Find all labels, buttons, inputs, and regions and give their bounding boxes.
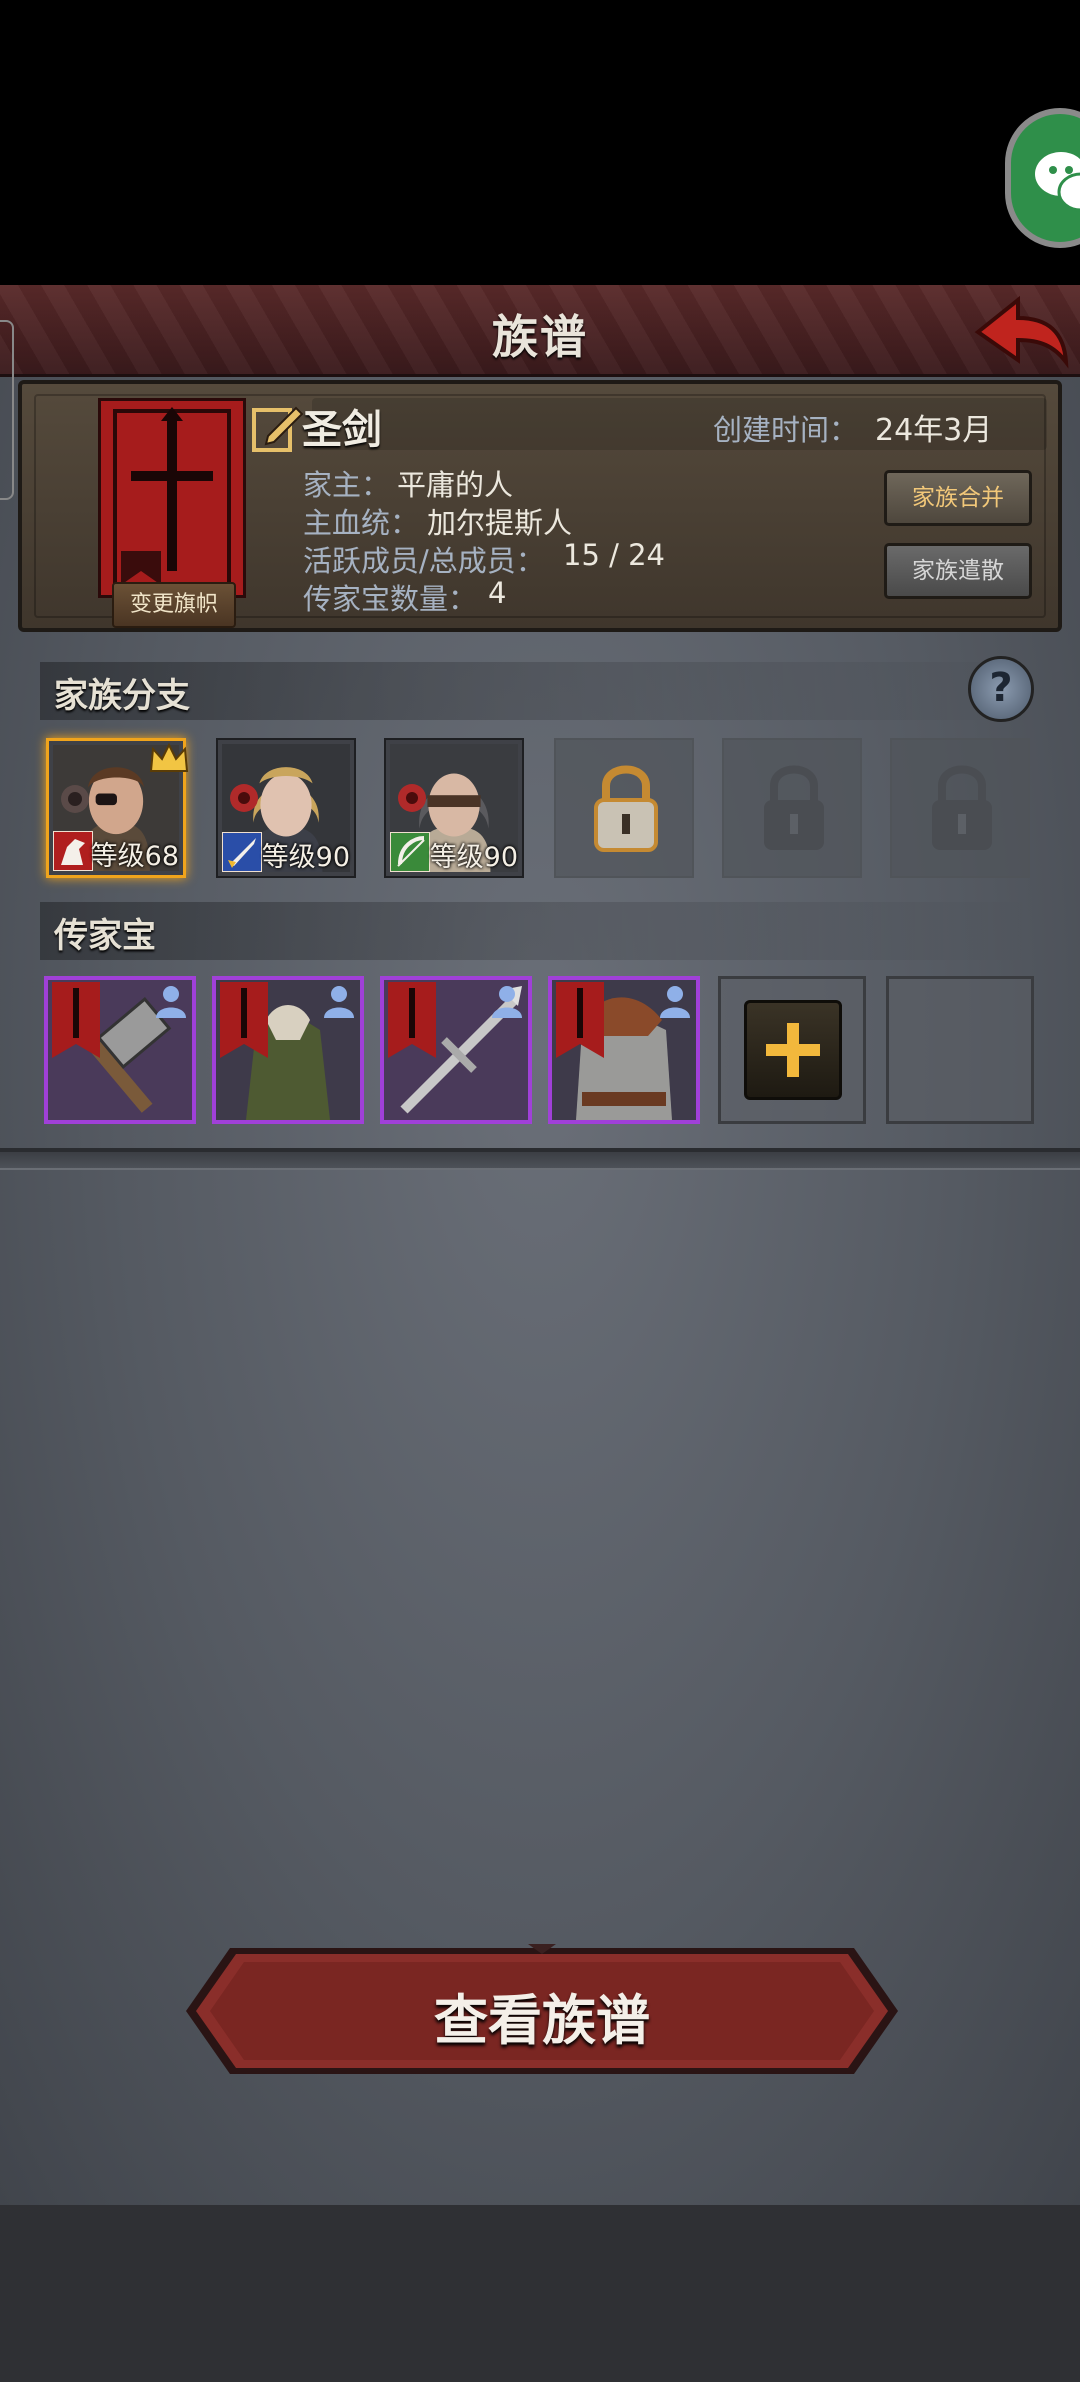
- merge-family-button[interactable]: 家族合并: [884, 470, 1032, 526]
- head-label: 家主：: [303, 468, 391, 502]
- back-arrow-icon[interactable]: [970, 292, 1070, 370]
- heirloom-slot[interactable]: [380, 976, 532, 1124]
- heirlooms-title: 传家宝: [54, 916, 156, 956]
- heirloom-slot[interactable]: [44, 976, 196, 1124]
- family-banner[interactable]: [98, 398, 246, 598]
- branch-member-slot[interactable]: 等级90: [384, 738, 524, 878]
- member-level: 等级90: [429, 842, 518, 873]
- bottom-area: [0, 2205, 1080, 2382]
- banner-icon: [388, 982, 436, 1058]
- bloodline-icon: [230, 784, 258, 812]
- lock-icon: [932, 765, 992, 850]
- members-value: 15 / 24: [563, 538, 666, 572]
- branch-member-slot[interactable]: 等级90: [216, 738, 356, 878]
- bloodline-icon: [398, 784, 426, 812]
- person-icon: [660, 986, 690, 1018]
- wechat-icon[interactable]: [1005, 108, 1080, 248]
- disband-family-button[interactable]: 家族遣散: [884, 543, 1032, 599]
- status-area: [0, 0, 1080, 285]
- change-banner-button[interactable]: 变更旗帜: [112, 582, 236, 628]
- edit-icon[interactable]: [250, 400, 306, 456]
- sword-icon: [222, 832, 262, 872]
- add-heirloom-button[interactable]: [744, 1000, 842, 1100]
- crown-icon: [149, 742, 189, 772]
- branches-header: [40, 662, 1040, 720]
- heirloom-slot[interactable]: [212, 976, 364, 1124]
- locked-slot-unlockable[interactable]: [554, 738, 694, 878]
- sword-emblem-icon: [101, 401, 243, 595]
- created-label: 创建时间：: [713, 413, 859, 447]
- help-icon[interactable]: ?: [968, 656, 1034, 722]
- person-icon: [492, 986, 522, 1018]
- member-level: 等级90: [261, 842, 350, 873]
- person-icon: [156, 986, 186, 1018]
- page-title: 族谱: [492, 310, 588, 364]
- bow-icon: [390, 832, 430, 872]
- banner-icon: [556, 982, 604, 1058]
- plus-icon: [766, 1023, 820, 1077]
- bloodline-value: 加尔提斯人: [427, 506, 573, 540]
- branches-title: 家族分支: [54, 676, 190, 716]
- members-label: 活跃成员/总成员：: [303, 544, 545, 578]
- banner-icon: [220, 982, 268, 1058]
- bloodline-label: 主血统：: [303, 506, 420, 540]
- header-bar: 族谱: [0, 285, 1080, 377]
- locked-slot: [890, 738, 1030, 878]
- view-family-tree-label: 查看族谱: [434, 1989, 650, 2052]
- heirloom-empty-slot: [886, 976, 1034, 1124]
- divider: [0, 1148, 1080, 1170]
- head-value: 平庸的人: [397, 468, 514, 502]
- heirlooms-header: [40, 902, 1040, 960]
- locked-slot: [722, 738, 862, 878]
- created-value: 24年3月: [875, 413, 993, 448]
- branch-member-slot[interactable]: 等级68: [46, 738, 189, 878]
- heirloom-count-value: 4: [488, 576, 507, 610]
- horse-icon: [53, 831, 93, 871]
- heirloom-slot[interactable]: [548, 976, 700, 1124]
- lock-icon: [594, 765, 658, 852]
- family-name: 圣剑: [302, 407, 382, 453]
- banner-icon: [52, 982, 100, 1058]
- side-tab[interactable]: [0, 320, 14, 500]
- member-level: 等级68: [90, 841, 179, 872]
- heirloom-count-label: 传家宝数量：: [303, 582, 478, 616]
- bloodline-icon: [61, 785, 89, 813]
- lock-icon: [764, 765, 824, 850]
- person-icon: [324, 986, 354, 1018]
